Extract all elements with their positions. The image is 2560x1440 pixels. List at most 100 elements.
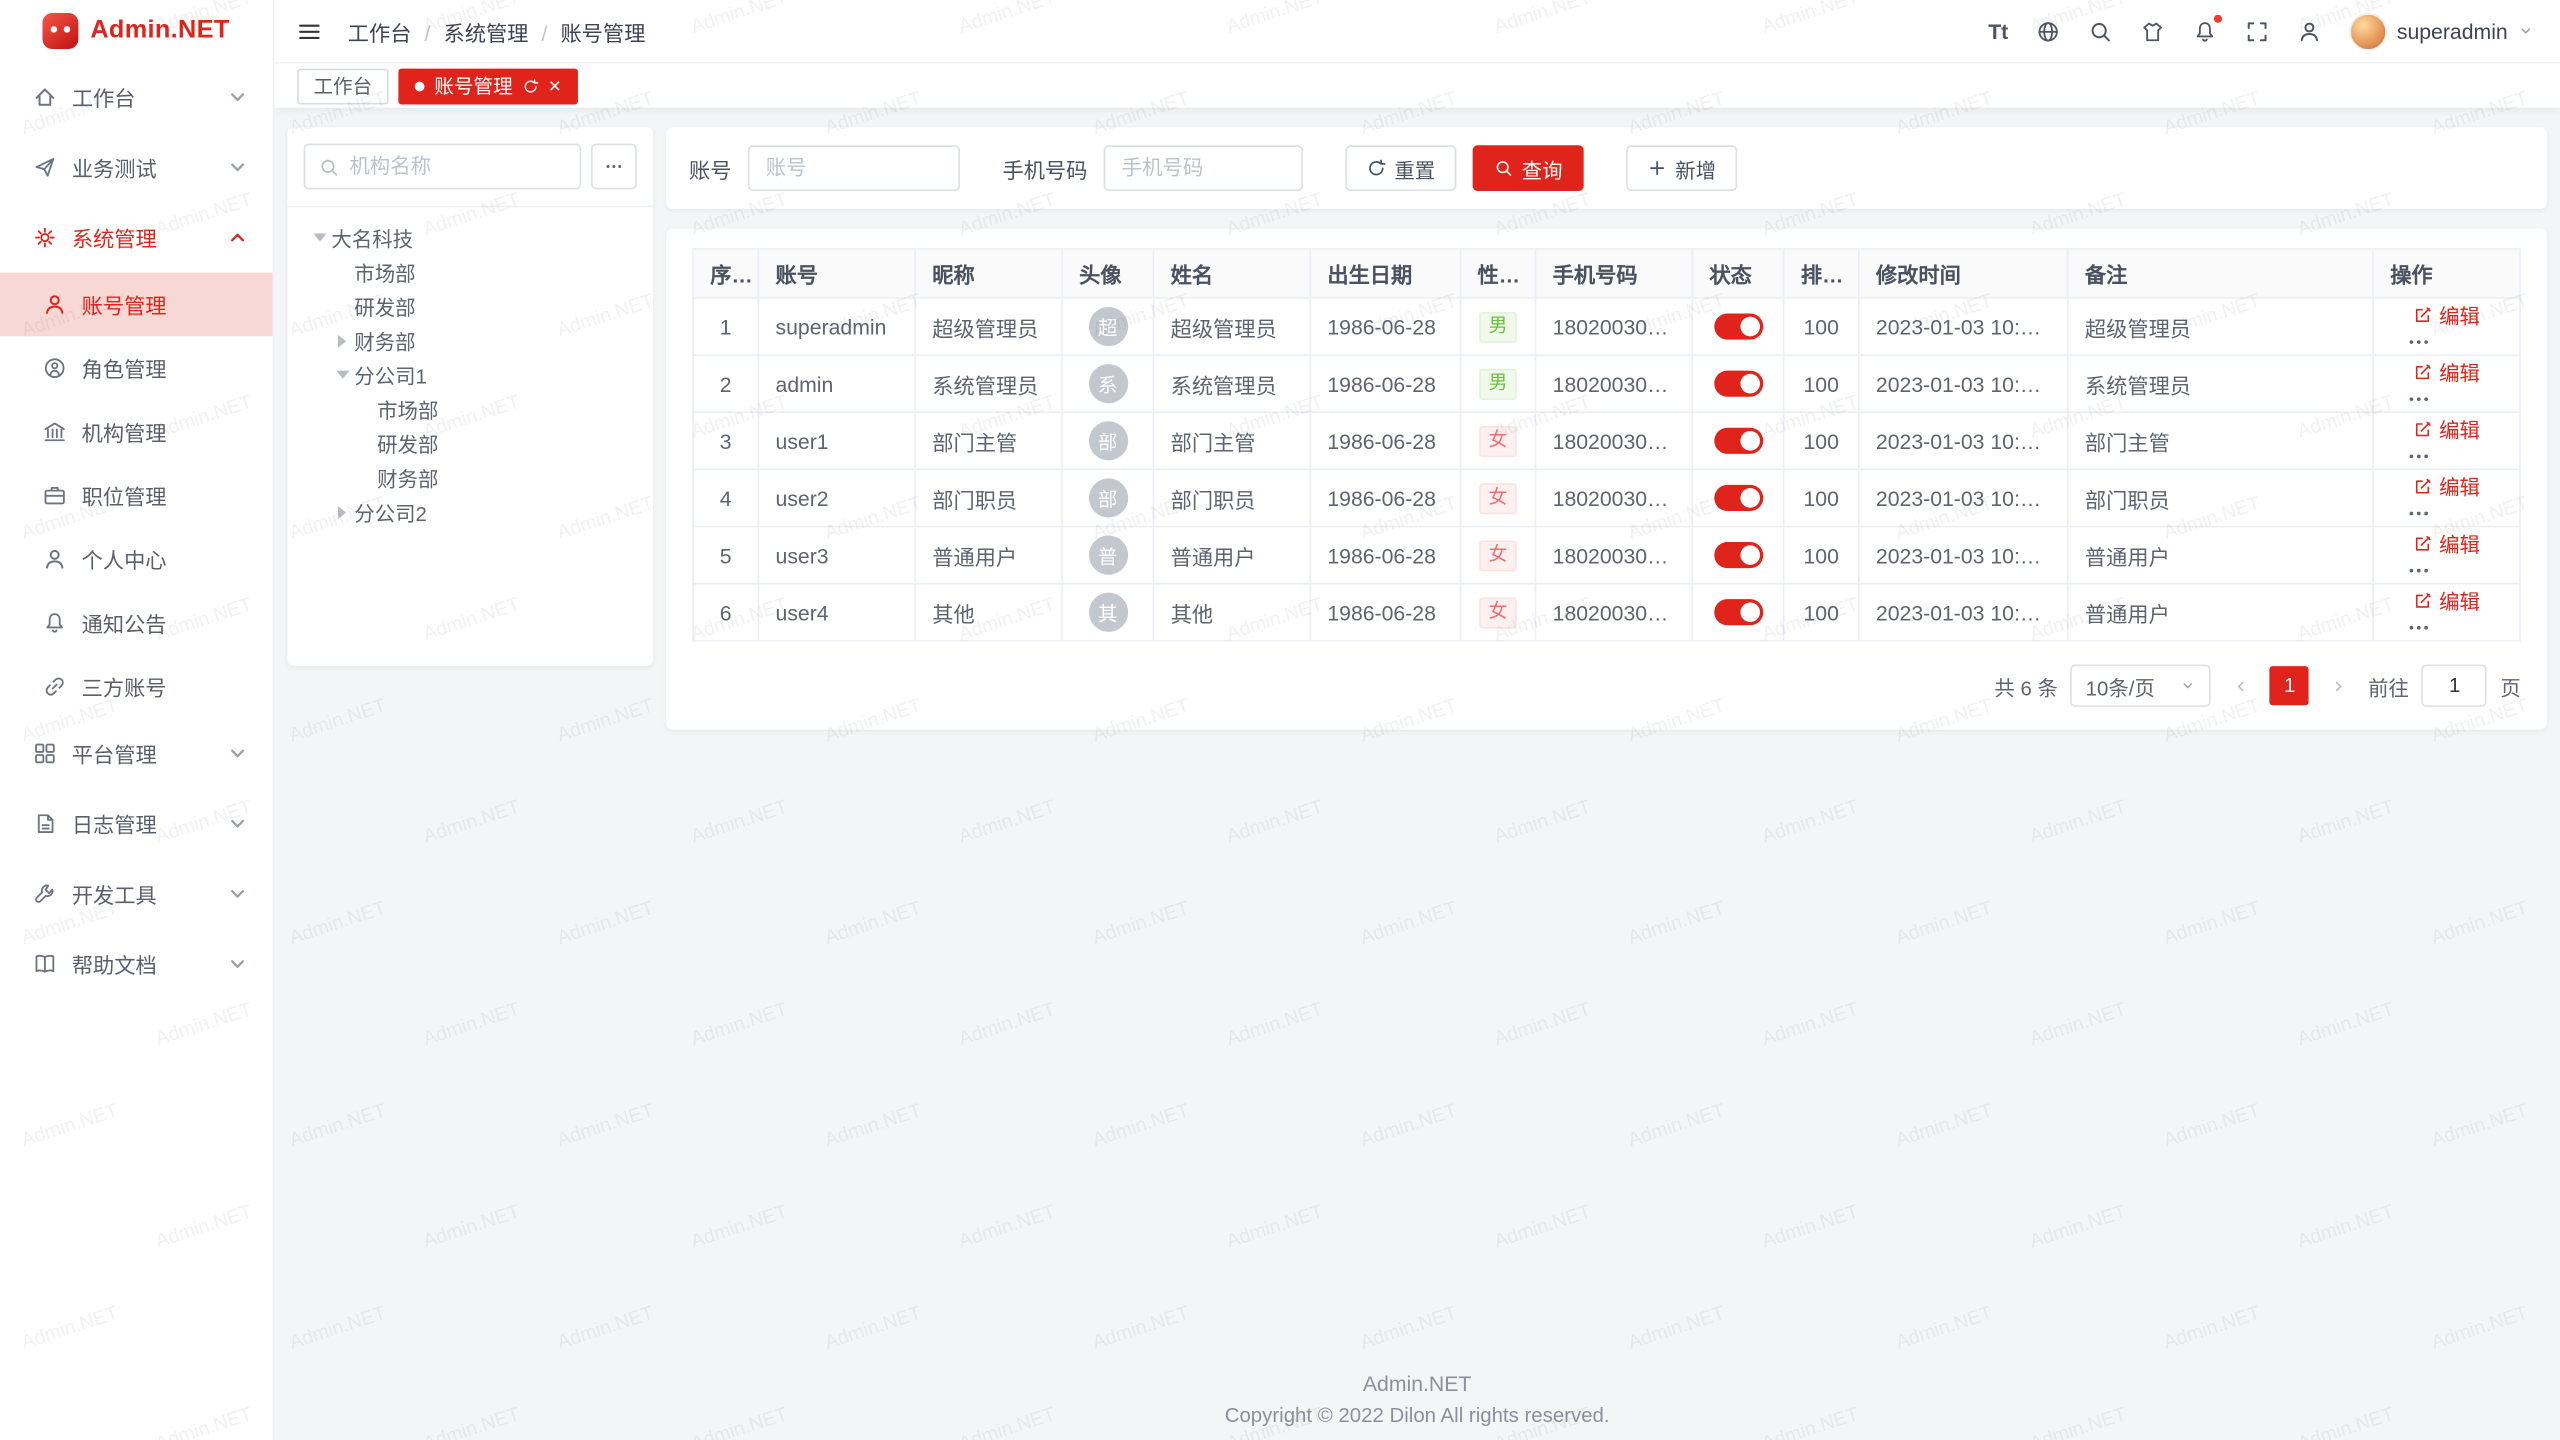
cell-avatar: 其 [1062,584,1153,641]
goto-page-input[interactable] [2422,664,2487,706]
font-size-icon[interactable]: Tt [1988,19,2008,43]
page-1-button[interactable]: 1 [2270,666,2309,705]
search-icon[interactable] [2088,19,2112,43]
account-input[interactable] [748,145,960,191]
table-row[interactable]: 5 user3 普通用户 普 普通用户 1986-06-28 女 1802003… [693,527,2520,584]
sidebar-item-workbench[interactable]: 工作台 [0,62,273,132]
cell-remark: 系统管理员 [2068,355,2373,412]
next-page-button[interactable] [2322,666,2355,705]
caret-right-icon[interactable] [330,505,354,518]
table-row[interactable]: 1 superadmin 超级管理员 超 超级管理员 1986-06-28 男 … [693,298,2520,355]
tree-node[interactable]: 分公司2 [304,495,637,529]
cell-status [1692,469,1783,526]
tab-workbench[interactable]: 工作台 [297,68,388,104]
status-toggle[interactable] [1713,485,1762,511]
status-toggle[interactable] [1713,371,1762,397]
cell-modified: 2023-01-03 10:59:44 [1859,469,2068,526]
gender-badge: 女 [1479,540,1517,571]
sidebar-item-platform-management[interactable]: 平台管理 [0,718,273,788]
grid-icon [33,741,57,765]
notification-bell-icon[interactable] [2193,19,2217,43]
breadcrumb-item[interactable]: 工作台 [348,16,444,47]
tree-node-label: 研发部 [377,428,438,459]
add-button[interactable]: 新增 [1626,145,1737,191]
close-icon[interactable] [549,75,561,96]
edit-button[interactable]: 编辑 [2413,470,2480,501]
reset-label: 重置 [1394,153,1435,184]
edit-button[interactable]: 编辑 [2413,584,2480,615]
app-logo[interactable]: Admin.NET [0,0,273,62]
table-row[interactable]: 4 user2 部门职员 部 部门职员 1986-06-28 女 1802003… [693,469,2520,526]
tree-node[interactable]: 分公司1 [304,358,637,392]
breadcrumb-item[interactable]: 系统管理 [443,16,560,47]
sidebar-item-business-test[interactable]: 业务测试 [0,132,273,202]
sidebar-item-personal-center[interactable]: 个人中心 [0,527,273,591]
caret-down-icon[interactable] [307,233,331,241]
cell-actions: 编辑 [2373,298,2520,355]
cell-modified: 2023-01-03 10:59:44 [1859,412,2068,469]
sidebar-item-account-management[interactable]: 账号管理 [0,273,273,337]
search-button[interactable]: 查询 [1473,145,1584,191]
col-account: 账号 [758,249,915,298]
edit-button[interactable]: 编辑 [2413,527,2480,558]
add-label: 新增 [1675,153,1716,184]
cell-name: 部门主管 [1153,412,1310,469]
tree-node[interactable]: 研发部 [304,426,637,460]
cell-nickname: 超级管理员 [915,298,1062,355]
status-toggle[interactable] [1713,428,1762,454]
fullscreen-icon[interactable] [2245,19,2269,43]
tab-account-management[interactable]: 账号管理 [398,68,577,104]
status-toggle[interactable] [1713,314,1762,340]
caret-down-icon[interactable] [330,371,354,379]
reset-button[interactable]: 重置 [1345,145,1456,191]
menu-collapse-icon[interactable] [297,19,321,43]
cell-order: 100 [1784,412,1859,469]
tree-node[interactable]: 市场部 [304,255,637,289]
more-actions-icon[interactable] [2407,330,2431,354]
refresh-icon[interactable] [522,78,538,94]
cell-phone: 18020030720 [1536,355,1693,412]
table-row[interactable]: 6 user4 其他 其 其他 1986-06-28 女 18020030720… [693,584,2520,641]
table-row[interactable]: 2 admin 系统管理员 系 系统管理员 1986-06-28 男 18020… [693,355,2520,412]
chevron-down-icon [225,741,249,765]
tree-node[interactable]: 大名科技 [304,220,637,254]
sidebar-item-notice[interactable]: 通知公告 [0,591,273,655]
account-icon[interactable] [2297,19,2321,43]
tree-node[interactable]: 市场部 [304,392,637,426]
sidebar-item-third-party-account[interactable]: 三方账号 [0,655,273,719]
sidebar-item-system-management[interactable]: 系统管理 [0,202,273,272]
status-toggle[interactable] [1713,600,1762,626]
more-actions-icon[interactable] [2407,501,2431,525]
phone-input[interactable] [1104,145,1303,191]
col-phone: 手机号码 [1536,249,1693,298]
sidebar-item-dev-tools[interactable]: 开发工具 [0,859,273,929]
sidebar-item-log-management[interactable]: 日志管理 [0,789,273,859]
tree-node[interactable]: 财务部 [304,323,637,357]
tree-node[interactable]: 财务部 [304,460,637,494]
user-menu[interactable]: superadmin [2349,12,2533,50]
cell-account: user4 [758,584,915,641]
more-actions-icon[interactable] [2407,387,2431,411]
sidebar-item-label: 平台管理 [72,738,157,769]
page-size-select[interactable]: 10条/页 [2071,664,2211,706]
theme-icon[interactable] [2141,19,2165,43]
sidebar-item-position-management[interactable]: 职位管理 [0,464,273,528]
language-icon[interactable] [2036,19,2060,43]
edit-button[interactable]: 编辑 [2413,299,2480,330]
more-actions-icon[interactable] [2407,558,2431,582]
prev-page-button[interactable] [2224,666,2257,705]
caret-right-icon[interactable] [330,334,354,347]
edit-button[interactable]: 编辑 [2413,413,2480,444]
org-more-button[interactable] [591,144,637,190]
table-row[interactable]: 3 user1 部门主管 部 部门主管 1986-06-28 女 1802003… [693,412,2520,469]
more-actions-icon[interactable] [2407,616,2431,640]
sidebar-item-help-docs[interactable]: 帮助文档 [0,929,273,999]
cell-index: 5 [693,527,758,584]
sidebar-item-org-management[interactable]: 机构管理 [0,400,273,464]
status-toggle[interactable] [1713,542,1762,568]
tree-node[interactable]: 研发部 [304,289,637,323]
sidebar-item-role-management[interactable]: 角色管理 [0,336,273,400]
edit-button[interactable]: 编辑 [2413,356,2480,387]
org-search-input[interactable] [349,155,566,178]
more-actions-icon[interactable] [2407,444,2431,468]
